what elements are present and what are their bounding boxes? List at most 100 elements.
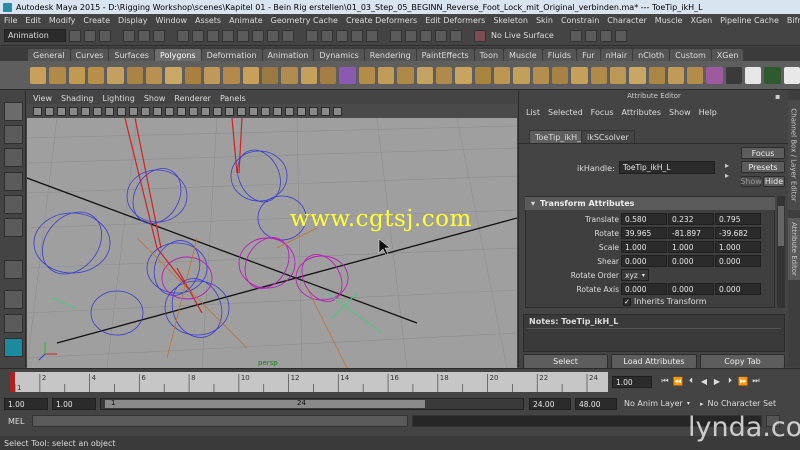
shadows-icon[interactable] bbox=[225, 106, 234, 116]
insert-edge-loop-icon[interactable] bbox=[551, 66, 569, 84]
bookmark-icon[interactable] bbox=[57, 106, 66, 116]
sculpt-tool-icon[interactable] bbox=[455, 66, 472, 84]
play-forwards-icon[interactable]: ▶ bbox=[712, 376, 722, 386]
split-polygon-icon[interactable] bbox=[532, 66, 549, 84]
planar-mapping-icon[interactable] bbox=[725, 66, 743, 84]
boolean-union-icon[interactable] bbox=[339, 66, 356, 84]
textured-icon[interactable] bbox=[201, 106, 210, 116]
poly-cube-icon[interactable] bbox=[49, 66, 66, 84]
poly-prism-icon[interactable] bbox=[145, 66, 163, 84]
shelf-tab-curves[interactable]: Curves bbox=[70, 49, 109, 61]
mask-surface-icon[interactable] bbox=[222, 29, 234, 42]
checker-uv-icon[interactable] bbox=[745, 66, 762, 84]
menu-display[interactable]: Display bbox=[118, 16, 148, 25]
layout-four-icon[interactable] bbox=[4, 314, 23, 333]
select-button[interactable]: Select bbox=[523, 354, 608, 369]
menu-constrain[interactable]: Constrain bbox=[561, 16, 599, 25]
high-quality-icon[interactable] bbox=[285, 106, 294, 116]
reduce-icon[interactable] bbox=[435, 66, 453, 84]
boolean-difference-icon[interactable] bbox=[358, 66, 375, 84]
shelf-tab-nhair[interactable]: nHair bbox=[600, 49, 633, 61]
step-back-frame-icon[interactable]: ⏪ bbox=[673, 376, 683, 386]
inherits-transform-checkbox[interactable]: ✓ Inherits Transform bbox=[623, 297, 707, 306]
magnet-icon[interactable] bbox=[474, 29, 486, 42]
boolean-intersection-icon[interactable] bbox=[377, 66, 395, 84]
automatic-mapping-icon[interactable] bbox=[764, 66, 781, 84]
make-live-icon[interactable] bbox=[366, 29, 378, 42]
ae-menu-focus[interactable]: Focus bbox=[591, 108, 614, 117]
focus-button[interactable]: Focus bbox=[741, 147, 785, 159]
shelf-tab-xgen[interactable]: XGen bbox=[711, 49, 744, 61]
poly-cylinder-icon[interactable] bbox=[68, 66, 85, 84]
shear-z-field[interactable]: 0.000 bbox=[715, 255, 761, 267]
resolution-gate-icon[interactable] bbox=[105, 106, 114, 116]
shelf-tab-rendering[interactable]: Rendering bbox=[364, 49, 416, 61]
open-scene-icon[interactable] bbox=[84, 29, 96, 42]
translate-x-field[interactable]: 0.580 bbox=[621, 213, 667, 225]
menu-edit[interactable]: Edit bbox=[25, 16, 41, 25]
poly-sphere-icon[interactable] bbox=[30, 66, 47, 84]
shelf-tab-muscle[interactable]: Muscle bbox=[504, 49, 542, 61]
shelf-tab-dynamics[interactable]: Dynamics bbox=[314, 49, 364, 61]
safe-title-icon[interactable] bbox=[153, 106, 162, 116]
start-time-field[interactable]: 1.00 bbox=[4, 398, 48, 410]
viewport-menu-lighting[interactable]: Lighting bbox=[102, 94, 134, 103]
menu-file[interactable]: File bbox=[4, 16, 17, 25]
snap-curve-icon[interactable] bbox=[321, 29, 333, 42]
new-scene-icon[interactable] bbox=[69, 29, 81, 42]
perspective-viewport[interactable] bbox=[27, 118, 517, 368]
menu-edit-deformers[interactable]: Edit Deformers bbox=[425, 16, 485, 25]
shelf-tab-general[interactable]: General bbox=[28, 49, 70, 61]
layout-single-icon[interactable] bbox=[4, 290, 23, 309]
end-time-field[interactable]: 48.00 bbox=[575, 398, 617, 410]
uv-texture-editor-icon[interactable] bbox=[706, 66, 723, 84]
lasso-tool-icon[interactable] bbox=[4, 125, 23, 144]
ae-menu-show[interactable]: Show bbox=[669, 108, 691, 117]
ipr-render-icon[interactable] bbox=[435, 29, 447, 42]
isolate-select-icon[interactable] bbox=[273, 106, 282, 116]
menu-bifrost[interactable]: Bifrost bbox=[787, 16, 800, 25]
presets-arrow-icon[interactable]: ▸ bbox=[725, 171, 729, 180]
move-tool-icon[interactable] bbox=[4, 172, 23, 191]
bridge-icon[interactable] bbox=[493, 66, 511, 84]
shelf-tab-animation[interactable]: Animation bbox=[262, 49, 314, 61]
step-forward-key-icon[interactable]: ⏵ bbox=[725, 376, 735, 386]
field-chart-icon[interactable] bbox=[129, 106, 138, 116]
extrude-icon[interactable] bbox=[474, 66, 491, 84]
poly-platonic-icon[interactable] bbox=[242, 66, 259, 84]
menu-set-dropdown[interactable]: Animation bbox=[4, 29, 66, 42]
gate-mask-icon[interactable] bbox=[117, 106, 126, 116]
mask-dynamic-icon[interactable] bbox=[252, 29, 264, 42]
ae-menu-attributes[interactable]: Attributes bbox=[622, 108, 662, 117]
load-attributes-button[interactable]: Load Attributes bbox=[611, 354, 697, 369]
viewport-menu-renderer[interactable]: Renderer bbox=[174, 94, 211, 103]
select-object-icon[interactable] bbox=[138, 29, 150, 42]
shear-x-field[interactable]: 0.000 bbox=[621, 255, 667, 267]
select-tool-icon[interactable] bbox=[4, 102, 23, 121]
go-to-start-icon[interactable]: ⏮ bbox=[660, 376, 670, 386]
backface-culling-icon[interactable] bbox=[261, 106, 270, 116]
extract-icon[interactable] bbox=[300, 66, 317, 84]
show-button[interactable]: Show bbox=[740, 176, 762, 187]
channel-box-icon[interactable] bbox=[614, 29, 627, 42]
merge-vertices-icon[interactable] bbox=[590, 66, 607, 84]
mask-render-icon[interactable] bbox=[267, 29, 279, 42]
menu-xgen[interactable]: XGen bbox=[690, 16, 712, 25]
scrollbar-thumb[interactable] bbox=[778, 206, 784, 246]
poke-icon[interactable] bbox=[648, 66, 665, 84]
viewport-menu-view[interactable]: View bbox=[33, 94, 52, 103]
rotate-axis-y-field[interactable]: 0.000 bbox=[668, 283, 714, 295]
presets-button[interactable]: Presets bbox=[741, 161, 785, 173]
menu-modify[interactable]: Modify bbox=[49, 16, 76, 25]
tab-iksolver[interactable]: ikSCsolver bbox=[581, 130, 635, 143]
step-back-key-icon[interactable]: ⏴ bbox=[686, 376, 696, 386]
depth-of-field-icon[interactable] bbox=[333, 106, 342, 116]
select-hierarchy-icon[interactable] bbox=[123, 29, 135, 42]
shelf-tab-custom[interactable]: Custom bbox=[670, 49, 711, 61]
go-to-end-icon[interactable]: ⏭ bbox=[751, 376, 761, 386]
shelf-tab-polygons[interactable]: Polygons bbox=[154, 49, 201, 61]
current-time-indicator[interactable] bbox=[10, 372, 15, 392]
ambient-occlusion-icon[interactable] bbox=[297, 106, 306, 116]
poly-pipe-icon[interactable] bbox=[184, 66, 201, 84]
translate-z-field[interactable]: 0.795 bbox=[715, 213, 761, 225]
